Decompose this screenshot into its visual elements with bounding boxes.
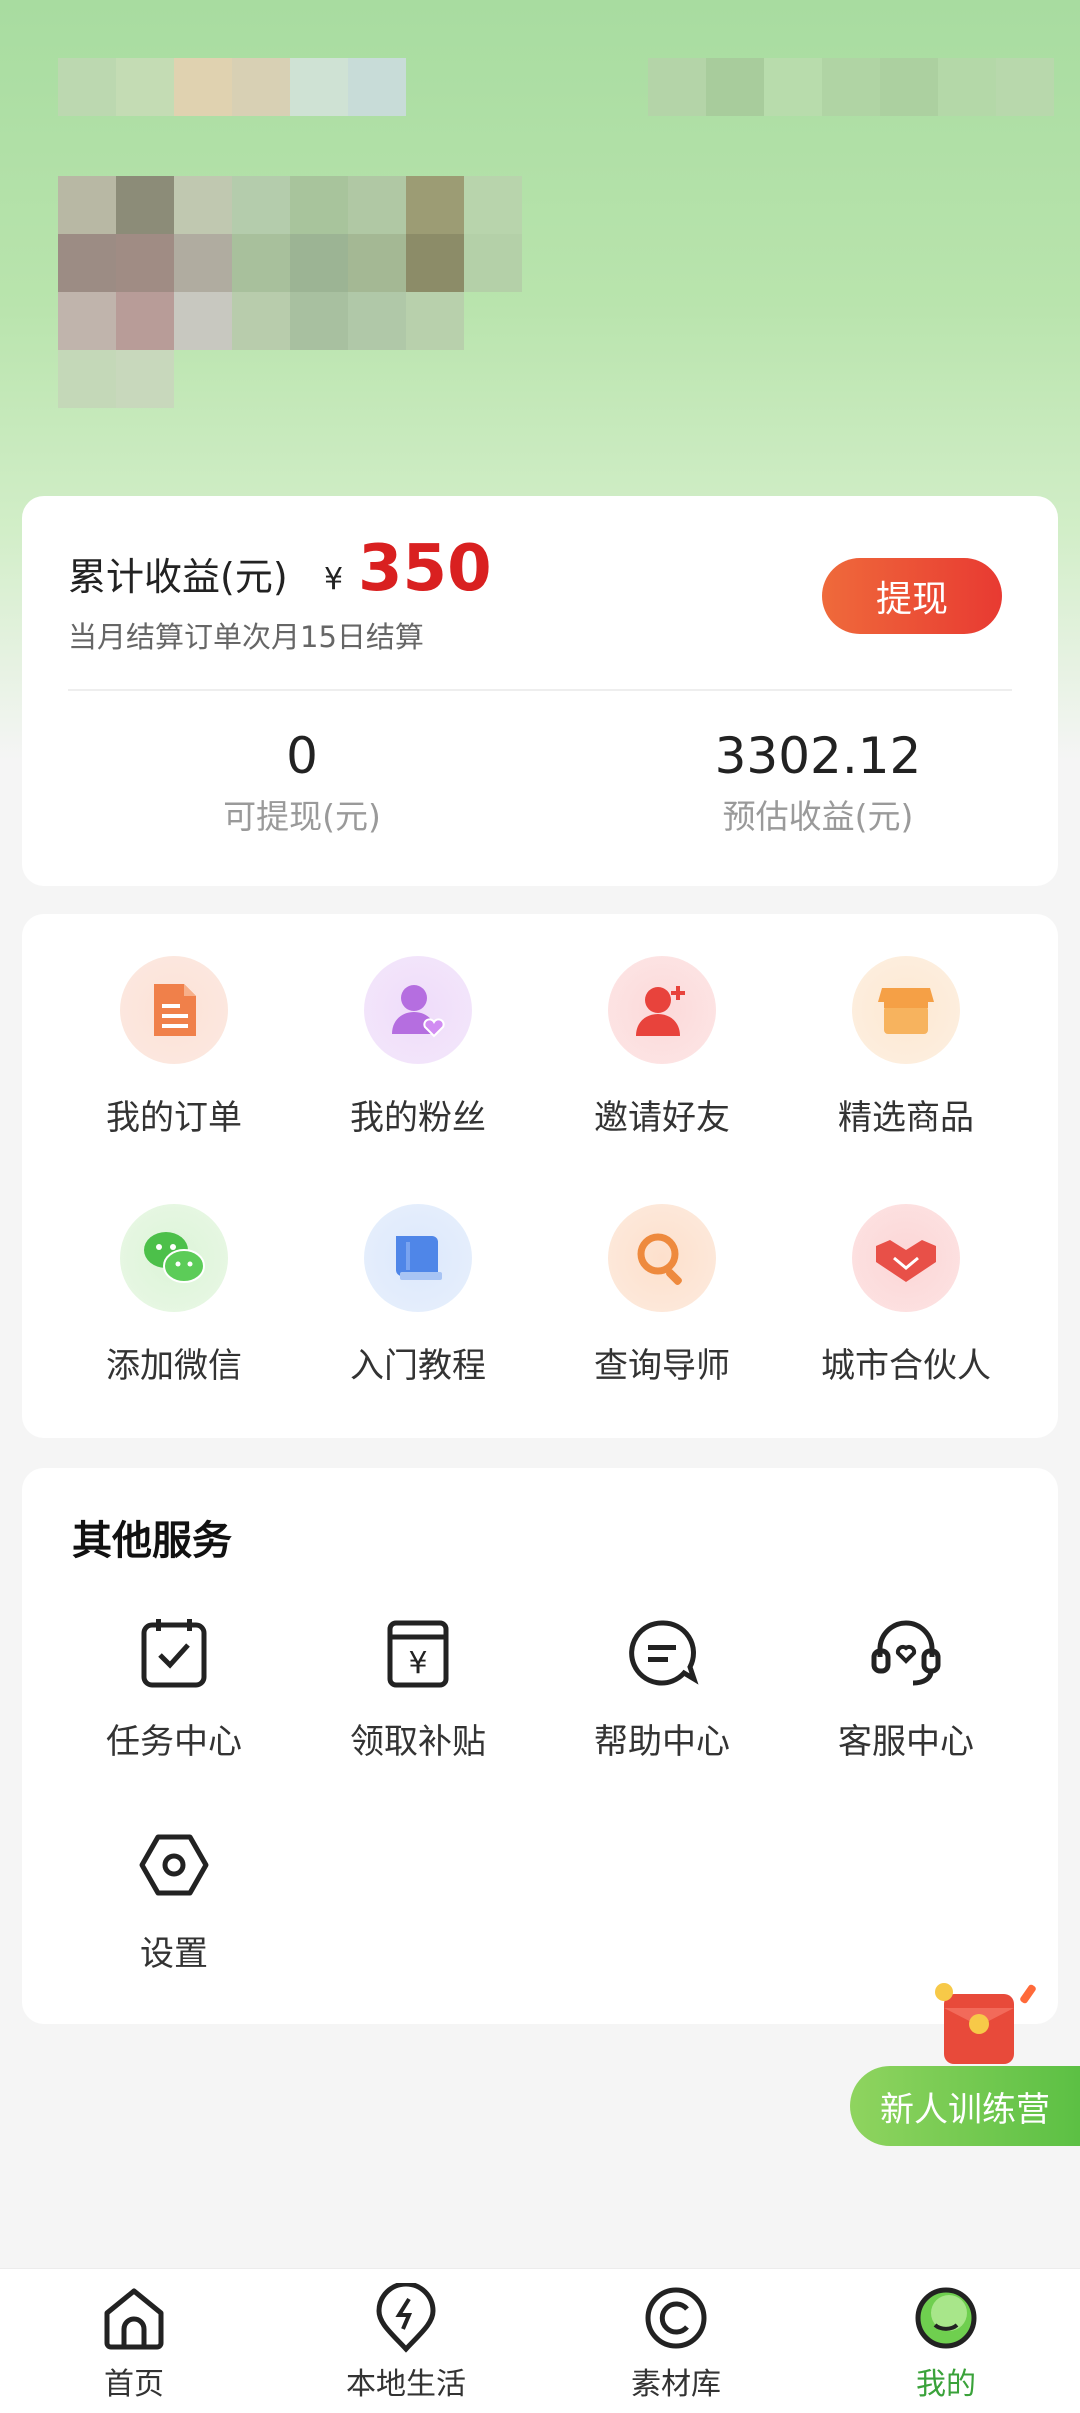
menu-item-label: 查询导师 [594, 1346, 730, 1386]
menu-item-label: 邀请好友 [594, 1098, 730, 1138]
menu-item-label: 添加微信 [106, 1346, 242, 1386]
services-title: 其他服务 [72, 1518, 232, 1564]
tab-local-life[interactable]: 本地生活 [296, 2281, 516, 2403]
service-claim-subsidy[interactable]: ¥ 领取补贴 [308, 1608, 528, 1763]
menu-item-label: 城市合伙人 [821, 1346, 991, 1386]
home-icon [99, 2283, 169, 2353]
menu-item-city-partner[interactable]: 城市合伙人 [796, 1204, 1016, 1387]
menu-item-invite-friends[interactable]: 邀请好友 [552, 956, 772, 1139]
tab-label: 我的 [916, 2367, 976, 2402]
menu-item-featured-products[interactable]: 精选商品 [796, 956, 1016, 1139]
menu-item-tutorial[interactable]: 入门教程 [308, 1204, 528, 1387]
menu-item-label: 精选商品 [838, 1098, 974, 1138]
profile-icon [911, 2283, 981, 2353]
menu-item-find-mentor[interactable]: 查询导师 [552, 1204, 772, 1387]
earnings-title: 累计收益(元) [68, 555, 288, 599]
tab-materials[interactable]: 素材库 [566, 2283, 786, 2403]
newbie-camp-button[interactable]: 新人训练营 [850, 2066, 1080, 2146]
service-label: 客服中心 [838, 1722, 974, 1762]
bottom-tab-bar: 首页 本地生活 素材库 我的 [0, 2268, 1080, 2413]
menu-item-label: 入门教程 [350, 1346, 486, 1386]
fans-icon [364, 956, 472, 1064]
task-icon [129, 1608, 219, 1698]
invite-friend-icon [608, 956, 716, 1064]
service-label: 帮助中心 [594, 1722, 730, 1762]
search-icon [608, 1204, 716, 1312]
estimated-earnings-stat[interactable]: 3302.12 预估收益(元) [668, 726, 968, 838]
materials-icon [641, 2283, 711, 2353]
tab-profile[interactable]: 我的 [836, 2283, 1056, 2403]
store-icon [852, 956, 960, 1064]
withdrawable-stat[interactable]: 0 可提现(元) [152, 726, 452, 838]
handshake-icon [852, 1204, 960, 1312]
book-icon [364, 1204, 472, 1312]
feature-menu-card: 我的订单 我的粉丝 邀请好友 精选商品 添加微信 入门教程 查询导师 城市合伙人 [22, 914, 1058, 1438]
earnings-amount: 350 [358, 532, 492, 606]
earnings-card: 累计收益(元) ¥ 350 当月结算订单次月15日结算 提现 0 可提现(元) … [22, 496, 1058, 886]
service-label: 任务中心 [106, 1722, 242, 1762]
help-chat-icon [617, 1608, 707, 1698]
other-services-card: 其他服务 任务中心 ¥ 领取补贴 帮助中心 客服中心 设置 [22, 1468, 1058, 2024]
service-label: 设置 [140, 1934, 208, 1974]
service-help-center[interactable]: 帮助中心 [552, 1608, 772, 1763]
estimated-label: 预估收益(元) [722, 797, 914, 836]
menu-item-my-fans[interactable]: 我的粉丝 [308, 956, 528, 1139]
estimated-value: 3302.12 [714, 727, 922, 785]
service-task-center[interactable]: 任务中心 [64, 1608, 284, 1763]
menu-item-add-wechat[interactable]: 添加微信 [64, 1204, 284, 1387]
withdrawable-label: 可提现(元) [223, 797, 381, 836]
subsidy-icon: ¥ [373, 1608, 463, 1698]
tab-label: 本地生活 [346, 2367, 466, 2402]
tab-home[interactable]: 首页 [24, 2283, 244, 2403]
service-settings[interactable]: 设置 [64, 1820, 284, 1975]
order-icon [120, 956, 228, 1064]
menu-item-my-orders[interactable]: 我的订单 [64, 956, 284, 1139]
settlement-note: 当月结算订单次月15日结算 [68, 620, 424, 654]
withdraw-button[interactable]: 提现 [822, 558, 1002, 634]
divider [68, 689, 1012, 691]
menu-item-label: 我的订单 [106, 1098, 242, 1138]
local-life-icon [371, 2281, 441, 2353]
tab-label: 首页 [104, 2367, 164, 2402]
menu-item-label: 我的粉丝 [350, 1098, 486, 1138]
svg-text:¥: ¥ [408, 1646, 427, 1681]
currency-symbol: ¥ [324, 562, 344, 597]
headset-icon [861, 1608, 951, 1698]
red-packet-icon[interactable] [930, 1974, 1050, 2074]
withdrawable-value: 0 [286, 727, 318, 785]
tab-label: 素材库 [631, 2367, 721, 2402]
wechat-icon [120, 1204, 228, 1312]
settings-icon [129, 1820, 219, 1910]
service-label: 领取补贴 [350, 1722, 486, 1762]
service-customer-service[interactable]: 客服中心 [796, 1608, 1016, 1763]
